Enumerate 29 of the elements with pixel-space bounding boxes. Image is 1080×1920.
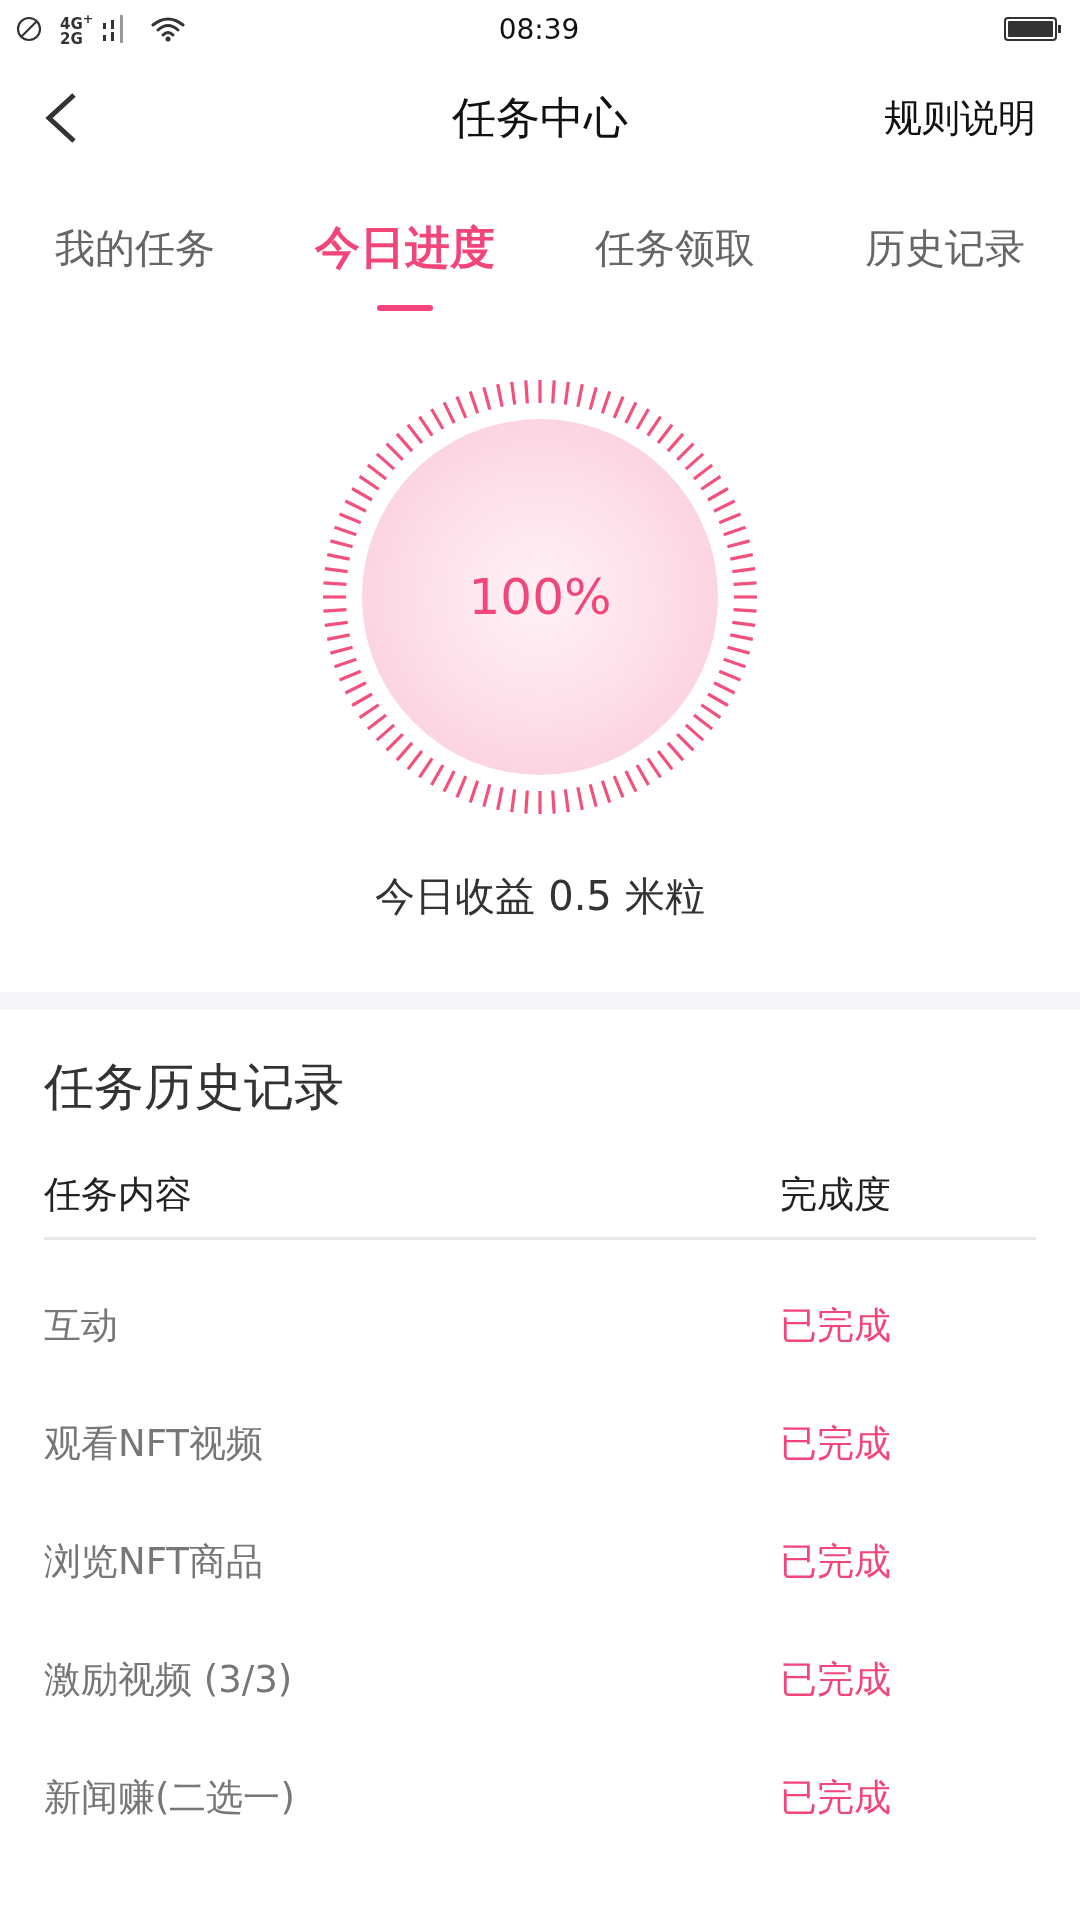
tab[interactable]: 历史记录 xyxy=(810,178,1080,320)
column-header: 任务内容 xyxy=(44,1173,192,1217)
page-title: 任务中心 xyxy=(452,90,628,145)
status-cell-text: 已完成 xyxy=(780,1657,891,1703)
network-label: 4G$^{+}$ xyxy=(60,11,94,32)
tab[interactable]: 任务领取 xyxy=(540,178,810,320)
wifi-icon xyxy=(151,16,186,42)
status-cell-text: 已完成 xyxy=(780,1775,891,1821)
status-cell-text: 已完成 xyxy=(780,1421,891,1467)
status-cell-text: 已完成 xyxy=(780,1303,891,1349)
clock-time: 08:39 xyxy=(498,12,580,46)
tab[interactable]: 今日进度 xyxy=(270,178,540,320)
section-title: 任务历史记录 xyxy=(44,1057,344,1117)
task-name-cell-text: 浏览NFT商品 xyxy=(44,1539,263,1585)
chevron-left-icon xyxy=(44,92,78,144)
tab[interactable]: 我的任务 xyxy=(0,178,270,320)
task-name-cell-text: 新闻赚(二选一) xyxy=(44,1775,295,1821)
battery-icon xyxy=(1004,17,1062,41)
task-name-cell-text: 激励视频 (3/3) xyxy=(44,1657,293,1703)
back-button[interactable] xyxy=(44,92,78,144)
network-label: 2G xyxy=(60,32,84,47)
earnings-text: 今日收益 0.5 米粒 xyxy=(375,872,705,920)
no-sim-icon xyxy=(16,16,42,42)
task-name-cell-text: 观看NFT视频 xyxy=(44,1421,263,1467)
column-header: 完成度 xyxy=(780,1173,891,1217)
task-name-cell-text: 互动 xyxy=(44,1303,118,1349)
percent-text: 100% xyxy=(468,568,612,626)
status-cell-text: 已完成 xyxy=(780,1539,891,1585)
rules-link[interactable]: 规则说明 xyxy=(884,92,1036,144)
